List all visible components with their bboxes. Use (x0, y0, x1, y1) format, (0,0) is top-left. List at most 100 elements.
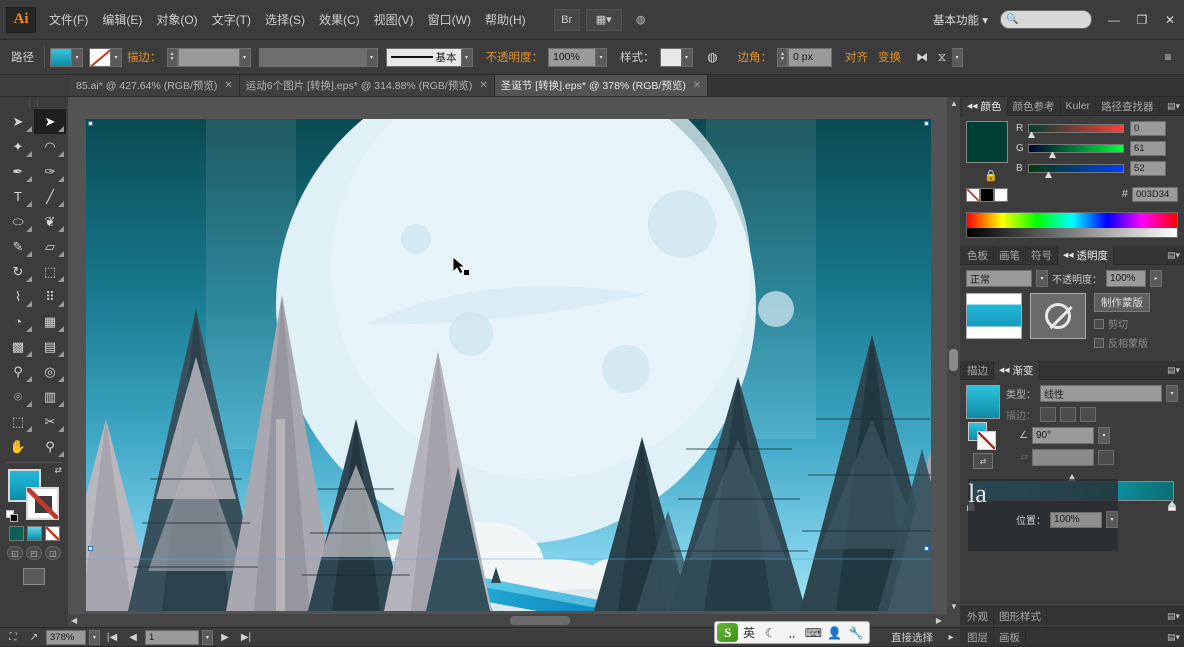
white-swatch[interactable] (994, 188, 1008, 202)
gradient-position-dropdown-icon[interactable]: ▾ (1106, 511, 1118, 528)
mask-thumbnail[interactable] (1030, 293, 1086, 339)
fullscreen-menubar-mode-icon[interactable]: ◰ (26, 546, 42, 560)
status-expand-icon[interactable]: ▸ (942, 630, 960, 645)
input-mode-label[interactable]: 英 (738, 623, 759, 643)
checkbox-icon[interactable] (1094, 337, 1104, 348)
stroke-weight-dropdown-icon[interactable]: ▾ (239, 47, 251, 67)
stroke-control[interactable]: ▾ (89, 47, 122, 67)
selection-handle-tl[interactable] (88, 121, 93, 126)
recolor-artwork-icon[interactable]: ◍ (703, 47, 723, 67)
opacity-dropdown-icon[interactable]: ▾ (596, 47, 607, 67)
next-artboard-icon[interactable]: ▶ (216, 630, 234, 645)
stroke-swatch-none[interactable] (26, 487, 59, 520)
selection-handle-bl[interactable] (88, 546, 93, 551)
gradient-type-select[interactable]: 线性 (1040, 385, 1162, 402)
curvature-tool[interactable]: ✑ (34, 159, 66, 184)
gradient-angle-dropdown-icon[interactable]: ▾ (1098, 427, 1110, 444)
close-icon[interactable]: ✕ (693, 80, 701, 91)
fit-artboard-icon[interactable]: ⛶ (4, 630, 22, 645)
shape-builder-tool[interactable]: ◔ (2, 309, 34, 334)
style-dropdown-icon[interactable]: ▾ (681, 47, 693, 67)
close-button[interactable]: ✕ (1156, 9, 1184, 31)
menu-window[interactable]: 窗口(W) (421, 7, 478, 32)
lock-icon[interactable]: 🔒 (966, 169, 1016, 182)
column-graph-tool[interactable]: ▥ (34, 384, 66, 409)
stroke-profile-field[interactable] (258, 47, 367, 67)
mask-icon[interactable]: ⧖ (932, 47, 952, 67)
mesh-tool[interactable]: ▩ (2, 334, 34, 359)
gradient-angle-field[interactable]: 90° (1032, 427, 1094, 444)
hex-value-field[interactable]: 003D34 (1132, 186, 1178, 202)
fullscreen-mode-icon[interactable]: ◲ (45, 546, 61, 560)
gradient-preview[interactable] (966, 385, 1000, 419)
aspect-lock-icon[interactable] (1098, 450, 1114, 465)
transparency-opacity-field[interactable]: 100% (1106, 270, 1146, 287)
bridge-icon[interactable]: Br (553, 8, 580, 31)
zoom-tool[interactable]: ⚲ (34, 434, 66, 459)
lasso-tool[interactable]: ◠ (34, 134, 66, 159)
panel-menu-icon[interactable]: ▤▾ (1167, 365, 1180, 376)
type-tool[interactable]: T (2, 184, 34, 209)
artboard-number-field[interactable]: 1 (145, 629, 199, 645)
collapse-icon[interactable]: ◂◂ (1063, 249, 1074, 261)
artboard-tool[interactable]: ⬚ (2, 409, 34, 434)
panel-menu-icon[interactable]: ≡ (1158, 47, 1178, 67)
eraser-tool[interactable]: ▱ (34, 234, 66, 259)
gradient-type-dropdown-icon[interactable]: ▾ (1166, 385, 1178, 402)
collapse-icon[interactable]: ◂◂ (999, 364, 1010, 376)
horizontal-scroll-thumb[interactable] (510, 616, 570, 625)
scroll-right-icon[interactable]: ▶ (936, 616, 942, 625)
swap-fill-stroke-icon[interactable]: ⇄ (54, 465, 62, 476)
default-fill-stroke-icon[interactable] (6, 510, 19, 523)
transparency-opacity-dropdown-icon[interactable]: ▸ (1150, 270, 1162, 287)
fill-control[interactable]: ▾ (50, 47, 83, 67)
paintbrush-tool[interactable]: ❦ (34, 209, 66, 234)
vertical-scroll-thumb[interactable] (949, 349, 958, 371)
punctuation-icon[interactable]: ,, (781, 623, 802, 643)
moon-icon[interactable]: ☾ (760, 623, 781, 643)
gradient-tool[interactable]: ▤ (34, 334, 66, 359)
close-icon[interactable]: ✕ (224, 80, 232, 91)
menu-file[interactable]: 文件(F) (42, 7, 95, 32)
stroke-weight-field[interactable] (177, 47, 240, 67)
menu-help[interactable]: 帮助(H) (478, 7, 533, 32)
graphic-style-swatch[interactable] (659, 47, 682, 67)
panel-menu-icon[interactable]: ▤▾ (1167, 611, 1180, 622)
wrench-icon[interactable]: 🔧 (846, 623, 867, 643)
stroke-profile-dropdown-icon[interactable]: ▾ (366, 47, 378, 67)
workspace-switcher[interactable]: 基本功能 ▾ (927, 9, 994, 31)
none-swatch[interactable] (966, 188, 980, 202)
gradient-stop-end[interactable] (1168, 501, 1177, 511)
change-screen-mode-icon[interactable] (0, 568, 68, 585)
menu-type[interactable]: 文字(T) (205, 7, 258, 32)
reverse-gradient-icon[interactable]: ⇄ (973, 453, 993, 469)
opacity-field[interactable]: 100% (548, 47, 596, 67)
mask-dropdown-icon[interactable]: ▾ (952, 47, 963, 67)
sogou-logo-icon[interactable]: S (717, 623, 739, 642)
panel-menu-icon[interactable]: ▤▾ (1167, 250, 1180, 261)
first-artboard-icon[interactable]: |◀ (103, 630, 121, 645)
make-mask-button[interactable]: 制作蒙版 (1094, 293, 1150, 312)
tab-color[interactable]: ◂◂ 颜色 (962, 96, 1008, 116)
symbol-sprayer-tool[interactable]: ⌾ (2, 384, 34, 409)
invert-mask-checkbox[interactable]: 反相蒙版 (1094, 335, 1150, 350)
color-spectrum-bar[interactable] (966, 212, 1178, 238)
stroke-gradient-within-icon[interactable] (1040, 407, 1056, 422)
pencil-tool[interactable]: ✎ (2, 234, 34, 259)
pen-tool[interactable]: ✒ (2, 159, 34, 184)
brush-dropdown-icon[interactable]: ▾ (461, 47, 473, 67)
stroke-gradient-across-icon[interactable] (1080, 407, 1096, 422)
gradient-stroke-swatch[interactable] (977, 431, 996, 450)
selection-handle-tr[interactable] (924, 121, 929, 126)
menu-select[interactable]: 选择(S) (258, 7, 312, 32)
eyedropper-tool[interactable]: ⚲ (2, 359, 34, 384)
tab-appearance[interactable]: 外观 (962, 606, 994, 626)
channel-g-slider[interactable] (1028, 144, 1124, 158)
search-input[interactable]: 🔍 (1000, 10, 1092, 29)
ellipse-tool[interactable]: ⬭ (2, 209, 34, 234)
scroll-up-icon[interactable]: ▲ (950, 99, 958, 108)
tab-gradient[interactable]: ◂◂ 渐变 (994, 360, 1040, 380)
stock-icon[interactable]: ◍ (628, 9, 654, 31)
selection-handle-br[interactable] (924, 546, 929, 551)
artboard-dropdown-icon[interactable]: ▾ (202, 629, 213, 645)
